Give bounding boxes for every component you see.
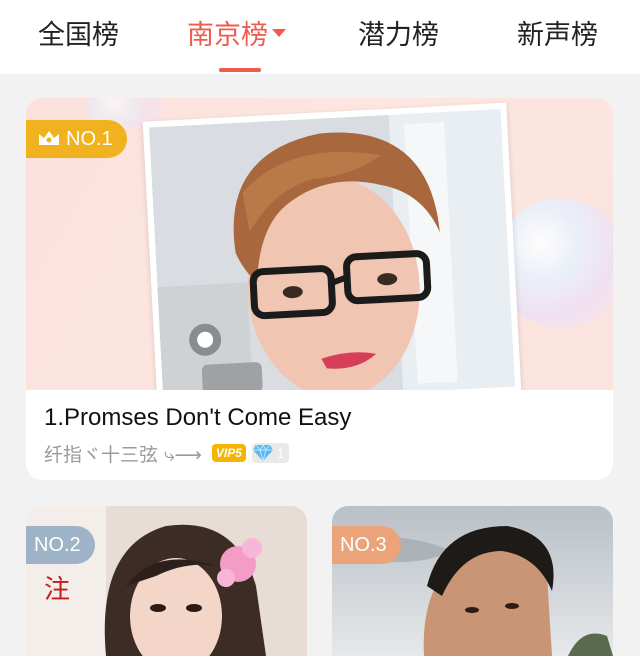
rank-badge-3: NO.3 bbox=[332, 526, 401, 564]
song-card-2[interactable]: 注 NO.2 bbox=[26, 506, 307, 656]
featured-cover-area[interactable]: NO.1 bbox=[26, 98, 613, 390]
tab-new-voice[interactable]: 新声榜 bbox=[517, 16, 598, 56]
song-card-3[interactable]: NO.3 bbox=[332, 506, 613, 656]
artist-name[interactable]: 纤指ヾ十三弦 ⤷⟶ bbox=[44, 440, 202, 467]
rank-badge-1: NO.1 bbox=[26, 120, 127, 158]
singer-photo bbox=[142, 102, 522, 390]
tab-potential[interactable]: 潜力榜 bbox=[358, 16, 439, 56]
singer-portrait-image bbox=[148, 108, 516, 390]
rank-label: NO.1 bbox=[66, 128, 113, 150]
tab-national[interactable]: 全国榜 bbox=[38, 16, 119, 56]
caret-down-icon[interactable] bbox=[272, 28, 286, 37]
featured-song-card[interactable]: NO.1 1.Promses Don't Come Easy 纤指ヾ十三弦 ⤷⟶… bbox=[26, 98, 613, 480]
artist-row: 纤指ヾ十三弦 ⤷⟶ VIP5 1 bbox=[44, 440, 290, 467]
song-title[interactable]: 1.Promses Don't Come Easy bbox=[44, 404, 351, 432]
tab-nanjing-label: 南京榜 bbox=[187, 20, 268, 51]
vip-badge: VIP5 bbox=[211, 444, 246, 462]
crown-icon bbox=[39, 131, 59, 145]
rank-tab-bar: 全国榜 南京榜 潜力榜 新声榜 bbox=[0, 0, 640, 74]
active-tab-indicator bbox=[219, 68, 261, 72]
gem-count: 1 bbox=[276, 445, 285, 461]
gem-badge: 1 bbox=[251, 443, 290, 463]
tab-nanjing[interactable]: 南京榜 bbox=[187, 16, 286, 56]
rank-badge-2: NO.2 bbox=[26, 526, 95, 564]
svg-text:注: 注 bbox=[44, 575, 70, 605]
diamond-icon bbox=[252, 444, 273, 462]
